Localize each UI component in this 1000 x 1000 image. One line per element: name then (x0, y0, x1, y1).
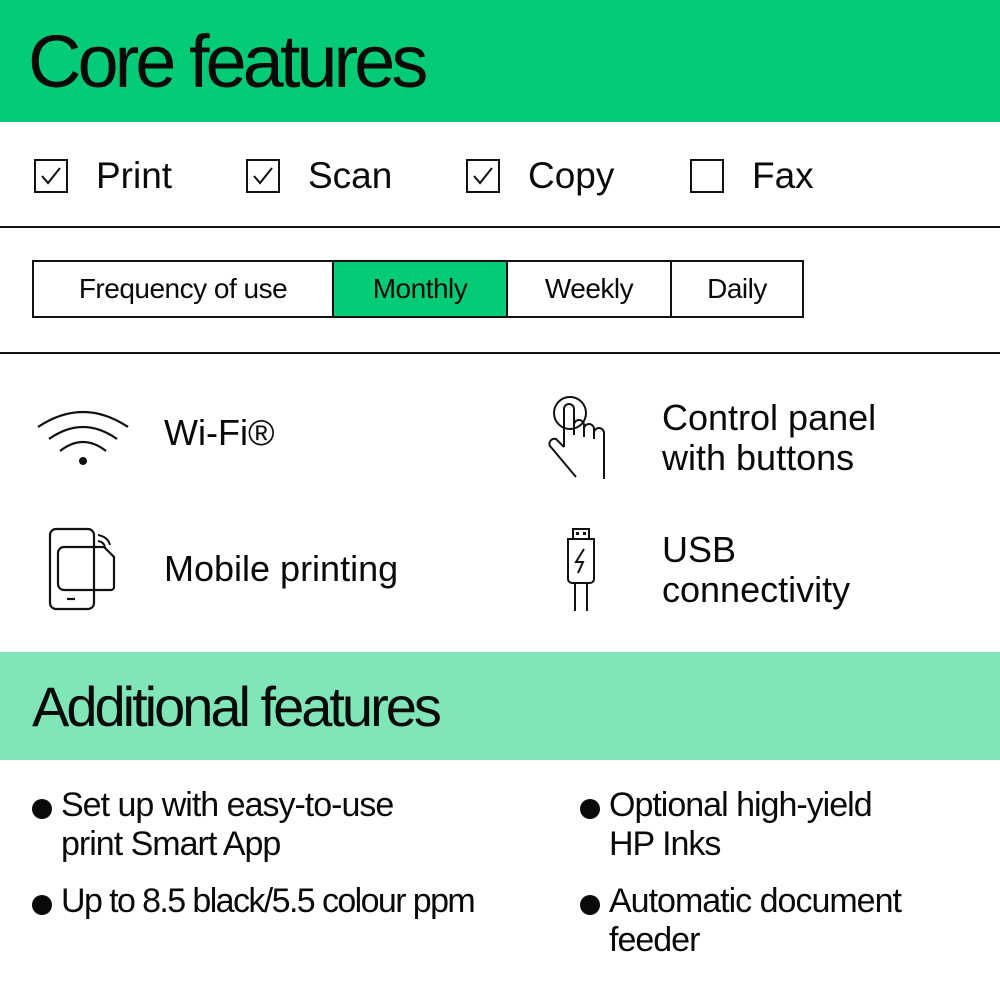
checkbox-checked-icon (34, 159, 68, 193)
divider (0, 226, 1000, 228)
feature-label-line1: Control panel (662, 397, 877, 438)
feature-usb: USB connectivity (564, 527, 850, 613)
bullet-text-line1: Automatic document (609, 882, 902, 920)
checkbox-unchecked-icon (690, 159, 724, 193)
bullet-text-line1: Optional high-yield (609, 786, 873, 824)
bullet-item: Up to 8.5 black/5.5 colour ppm (32, 882, 476, 921)
bullet-text-line2: HP Inks (609, 825, 721, 863)
mobile-print-icon (48, 527, 116, 611)
checkbox-copy[interactable]: Copy (466, 152, 614, 200)
bullet-text-line1: Set up with easy-to-use (61, 786, 394, 824)
bullet-item: Automatic document feeder (580, 882, 902, 960)
checkbox-label: Print (96, 155, 173, 196)
frequency-option-weekly[interactable]: Weekly (506, 262, 670, 316)
feature-label-line1: USB (662, 529, 737, 570)
feature-label: Wi-Fi® (164, 412, 275, 453)
touch-hand-icon (548, 396, 605, 479)
frequency-option-daily[interactable]: Daily (670, 262, 802, 316)
checkbox-checked-icon (466, 159, 500, 193)
feature-label-line2: connectivity (662, 569, 851, 610)
bullet-text-line2: feeder (609, 921, 700, 959)
bullet-icon (580, 895, 600, 915)
additional-features-title: Additional features (32, 675, 442, 738)
checkbox-label: Fax (752, 155, 814, 196)
usb-icon (567, 528, 595, 611)
frequency-option-monthly[interactable]: Monthly (332, 262, 506, 316)
bullet-icon (32, 799, 52, 819)
feature-control-panel: Control panel with buttons (548, 395, 876, 481)
checkbox-label: Copy (528, 155, 615, 196)
bullet-text-line2: print Smart App (61, 825, 281, 863)
checkbox-print[interactable]: Print (34, 152, 172, 200)
bullet-item: Set up with easy-to-use print Smart App (32, 786, 394, 864)
checkbox-checked-icon (246, 159, 280, 193)
core-features-title: Core features (28, 20, 428, 103)
bullet-icon (32, 895, 52, 915)
bullet-item: Optional high-yield HP Inks (580, 786, 873, 864)
wifi-icon (37, 411, 129, 465)
checkbox-label: Scan (308, 155, 393, 196)
feature-mobile-printing: Mobile printing (48, 527, 398, 611)
feature-wifi: Wi-Fi® (36, 405, 274, 467)
bullet-text-line1: Up to 8.5 black/5.5 colour ppm (61, 882, 476, 920)
feature-label-line2: with buttons (662, 437, 855, 478)
feature-label: Mobile printing (164, 548, 399, 589)
frequency-label: Frequency of use (78, 273, 288, 304)
frequency-selector: Frequency of use Monthly Weekly Daily (32, 260, 804, 318)
checkbox-fax[interactable]: Fax (690, 152, 814, 200)
divider (0, 352, 1000, 354)
bullet-icon (580, 799, 600, 819)
checkbox-scan[interactable]: Scan (246, 152, 392, 200)
function-checklist: Print Scan Copy Fax (0, 152, 1000, 200)
